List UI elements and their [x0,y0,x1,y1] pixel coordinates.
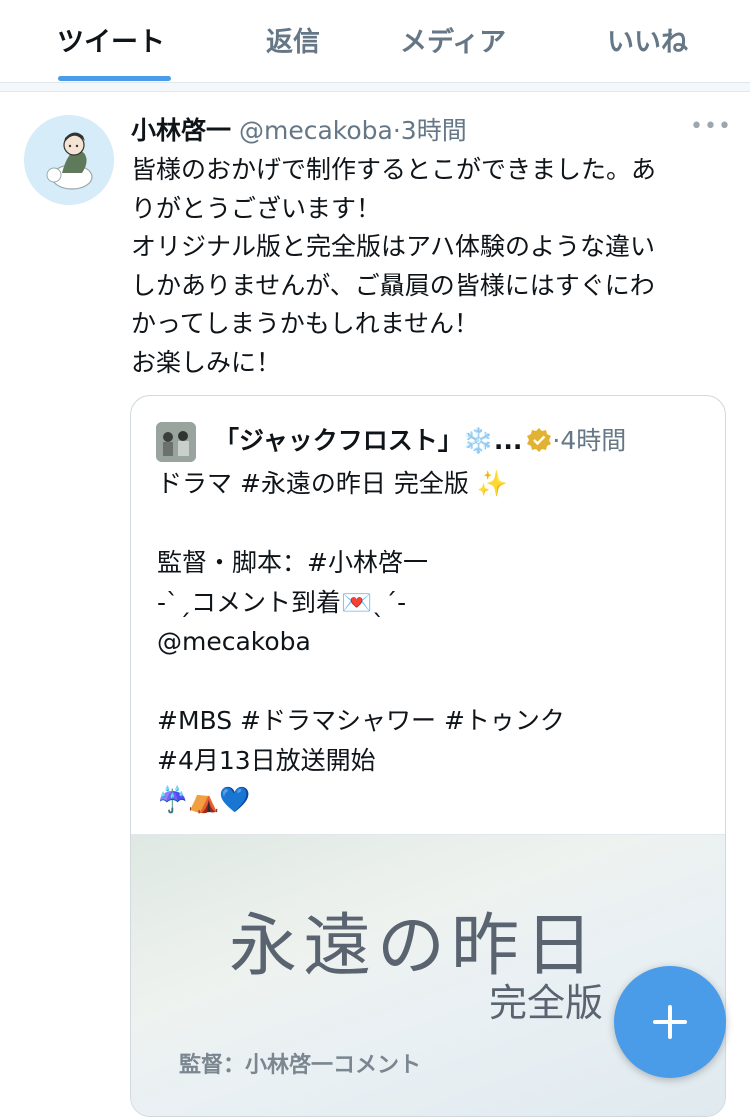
separator-dot: · [392,116,401,145]
quoted-text-line [157,662,565,702]
quoted-tweet-text: ドラマ #永遠の昨日 完全版 ✨ 監督・脚本：#小林啓一 -`ˏコメント到着💌ˎ… [157,464,565,820]
quoted-author-name: 「ジャックフロスト」❄️... [214,426,523,455]
tweet-text-line: お楽しみに！ [131,347,282,377]
tab-media[interactable]: メディア [400,20,506,59]
section-divider [0,83,750,92]
quoted-tweet-header: 「ジャックフロスト」❄️... ·4時間 [214,421,626,461]
author-name[interactable]: 小林啓一 [131,116,231,145]
quoted-text-line: 監督・脚本：#小林啓一 [157,548,428,577]
quoted-text-line: @mecakoba [157,627,311,656]
image-credit: 監督：小林啓一コメント [179,1052,422,1078]
tweet-text-line: しかありませんが、ご贔屓の皆様にはすぐにわ [131,270,655,300]
tweet-text: 皆様のおかげで制作するとこができました。あ りがとうございます！ オリジナル版と… [131,151,731,382]
quoted-text-line: ドラマ #永遠の昨日 完全版 ✨ [157,469,508,498]
quoted-text-line: #MBS #ドラマシャワー #トゥンク [157,706,565,735]
more-horizontal-icon[interactable]: ••• [690,114,732,139]
tweet-time[interactable]: 3時間 [401,116,467,145]
tab-replies[interactable]: 返信 [266,20,320,59]
author-avatar[interactable] [24,115,114,205]
author-handle[interactable]: @mecakoba [239,116,393,145]
quoted-tweet-time: 4時間 [560,426,627,455]
quoted-media-image[interactable]: 永遠の昨日 完全版 監督：小林啓一コメント [131,834,725,1116]
quoted-text-line: -`ˏコメント到着💌ˎ´- [157,587,407,617]
tweet-text-line: かってしまうかもしれません！ [131,309,480,338]
image-subtitle: 完全版 [489,981,604,1025]
tweet-text-line: オリジナル版と完全版はアハ体験のような違い [131,232,656,261]
quoted-text-line: #4月13日放送開始 [157,745,376,775]
quoted-text-line [157,504,565,544]
tab-likes[interactable]: いいね [607,20,688,59]
tab-tweets[interactable]: ツイート [57,20,165,59]
tweet-text-line: りがとうございます！ [131,193,382,223]
compose-tweet-button[interactable] [614,966,726,1078]
tweet-header: 小林啓一 @mecakoba·3時間 [131,113,467,149]
active-tab-indicator [58,76,171,81]
tweet-text-line: 皆様のおかげで制作するとこができました。あ [131,155,657,184]
verified-badge-icon [527,428,552,452]
profile-tab-bar: ツイート 返信 メディア いいね [0,0,750,83]
quoted-author-avatar [156,422,196,462]
plus-icon [653,1005,687,1039]
quoted-text-line: ☔️⛺️💙 [157,785,251,814]
